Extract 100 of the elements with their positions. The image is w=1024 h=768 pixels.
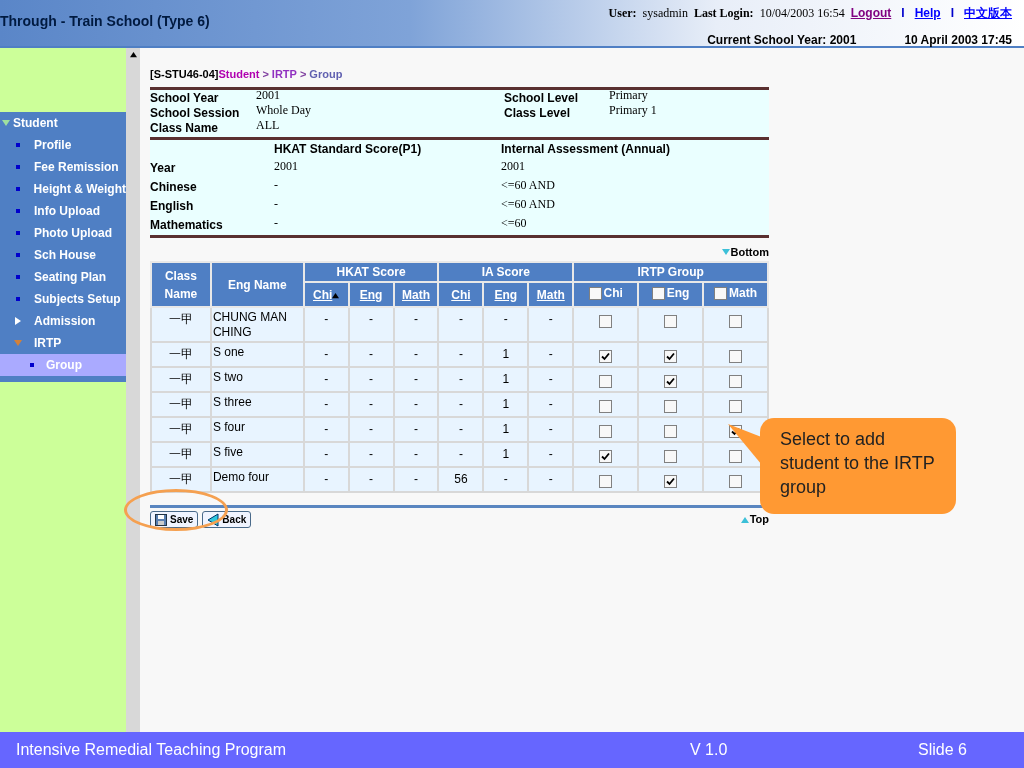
checkbox[interactable] (651, 286, 665, 300)
field-label: School Session (150, 105, 241, 121)
breadcrumb-separator: > (299, 67, 307, 82)
header-link[interactable]: Logout (850, 4, 892, 22)
table-cell: CHUNG MAN CHING (210, 307, 304, 342)
bottom-link[interactable]: Bottom (721, 243, 769, 260)
sort-up-icon (332, 291, 340, 299)
criteria-value: - (274, 195, 279, 213)
table-cell: 一甲 (151, 342, 211, 367)
header-link[interactable]: Help (914, 4, 941, 22)
field-value: Whole Day (256, 102, 311, 119)
column-heading: Internal Assessment (Annual) (501, 140, 670, 158)
bullet-icon (16, 187, 20, 191)
separator: I (949, 5, 955, 22)
field-label: School Level (504, 90, 580, 106)
table-cell: - (303, 307, 349, 342)
column-header: Eng Name (210, 262, 304, 307)
criteria-value: - (274, 214, 279, 232)
sidebar-item[interactable]: Group (0, 354, 126, 376)
save-button[interactable]: Save (150, 511, 199, 528)
sidebar-item[interactable]: IRTP (0, 332, 126, 354)
column-heading: HKAT Standard Score(P1) (274, 140, 423, 158)
breadcrumb-link[interactable]: Group (309, 66, 343, 83)
subject-label: Chinese (150, 178, 198, 196)
scrollbar[interactable] (126, 48, 140, 732)
table-cell: S five (210, 442, 304, 467)
bullet-icon (16, 165, 20, 169)
table-cell: - (393, 307, 439, 342)
page-code: [S-STU46-04] (150, 67, 219, 82)
header-link[interactable]: 中文版本 (964, 4, 1012, 22)
bullet-icon (16, 297, 20, 301)
checkbox[interactable] (599, 350, 613, 364)
expander-icon (14, 339, 22, 347)
checkmark-icon (666, 377, 676, 387)
subject-label: Mathematics (150, 216, 224, 234)
column-header-label: Eng (666, 285, 690, 303)
checkbox[interactable] (729, 375, 742, 389)
criteria-value: - (274, 176, 279, 194)
checkmark-icon (666, 477, 676, 487)
breadcrumb-link[interactable]: IRTP (271, 66, 297, 83)
table-cell: 一甲 (151, 367, 211, 392)
checkbox[interactable] (599, 475, 613, 489)
field-value: Primary 1 (609, 102, 657, 119)
checkbox[interactable] (729, 475, 742, 489)
bullet-icon (16, 209, 20, 213)
column-group-header: IA Score (438, 262, 574, 282)
sidebar-item[interactable]: Sch House (0, 244, 126, 266)
field-value: ALL (256, 117, 280, 134)
sidebar-item[interactable]: Student (0, 112, 126, 134)
top-link[interactable]: Top (740, 511, 769, 528)
sidebar-item[interactable]: Height & Weight (0, 178, 126, 200)
checkbox[interactable] (599, 425, 613, 439)
checkbox[interactable] (729, 450, 742, 464)
user-name: sysadmin (642, 5, 688, 22)
table-cell: - (528, 307, 574, 342)
callout: Select to add student to the IRTP group (760, 418, 956, 514)
sidebar-item[interactable]: Seating Plan (0, 266, 126, 288)
checkbox[interactable] (729, 350, 742, 364)
checkbox[interactable] (588, 286, 602, 300)
sidebar-item[interactable]: Info Upload (0, 200, 126, 222)
checkbox[interactable] (664, 475, 678, 489)
expander-icon (2, 119, 10, 127)
down-arrow-icon (721, 247, 730, 256)
footer-title: Intensive Remedial Teaching Program (15, 740, 288, 760)
checkbox[interactable] (664, 400, 678, 414)
checkbox[interactable] (599, 375, 613, 389)
sidebar-item[interactable]: Subjects Setup (0, 288, 126, 310)
table-cell: - (483, 307, 529, 342)
checkbox[interactable] (664, 425, 678, 439)
column-header-label: Chi (603, 285, 623, 303)
criteria-value: 2001 (501, 157, 525, 175)
expander-icon (14, 317, 22, 325)
sidebar-item[interactable]: Admission (0, 310, 126, 332)
column-group-header: IRTP Group (573, 262, 768, 282)
checkbox[interactable] (599, 400, 613, 414)
column-group-header: HKAT Score (303, 262, 439, 282)
subject-label: English (150, 197, 195, 215)
checkbox[interactable] (599, 315, 613, 329)
checkbox[interactable] (714, 286, 727, 300)
checkbox[interactable] (664, 450, 678, 464)
sidebar-item[interactable]: Profile (0, 134, 126, 156)
checkmark-icon (601, 452, 611, 462)
checkbox[interactable] (664, 375, 678, 389)
last-login-time: 10/04/2003 16:54 (759, 5, 845, 22)
checkbox[interactable] (664, 350, 678, 364)
checkbox[interactable] (729, 400, 742, 414)
table-cell: 一甲 (151, 307, 211, 342)
table-cell: - (348, 307, 394, 342)
sidebar-item[interactable]: Photo Upload (0, 222, 126, 244)
checkbox[interactable] (729, 315, 742, 329)
app-title: Through - Train School (Type 6) (0, 12, 210, 31)
breadcrumb-link[interactable]: Student (218, 66, 260, 83)
field-label: School Year (150, 90, 220, 106)
table-cell: S two (210, 367, 304, 392)
checkbox[interactable] (599, 450, 613, 464)
bullet-icon (16, 143, 20, 147)
subject-label: Year (150, 159, 177, 177)
table-cell: 一甲 (151, 392, 211, 417)
checkbox[interactable] (664, 315, 678, 329)
sidebar-item[interactable]: Fee Remission (0, 156, 126, 178)
